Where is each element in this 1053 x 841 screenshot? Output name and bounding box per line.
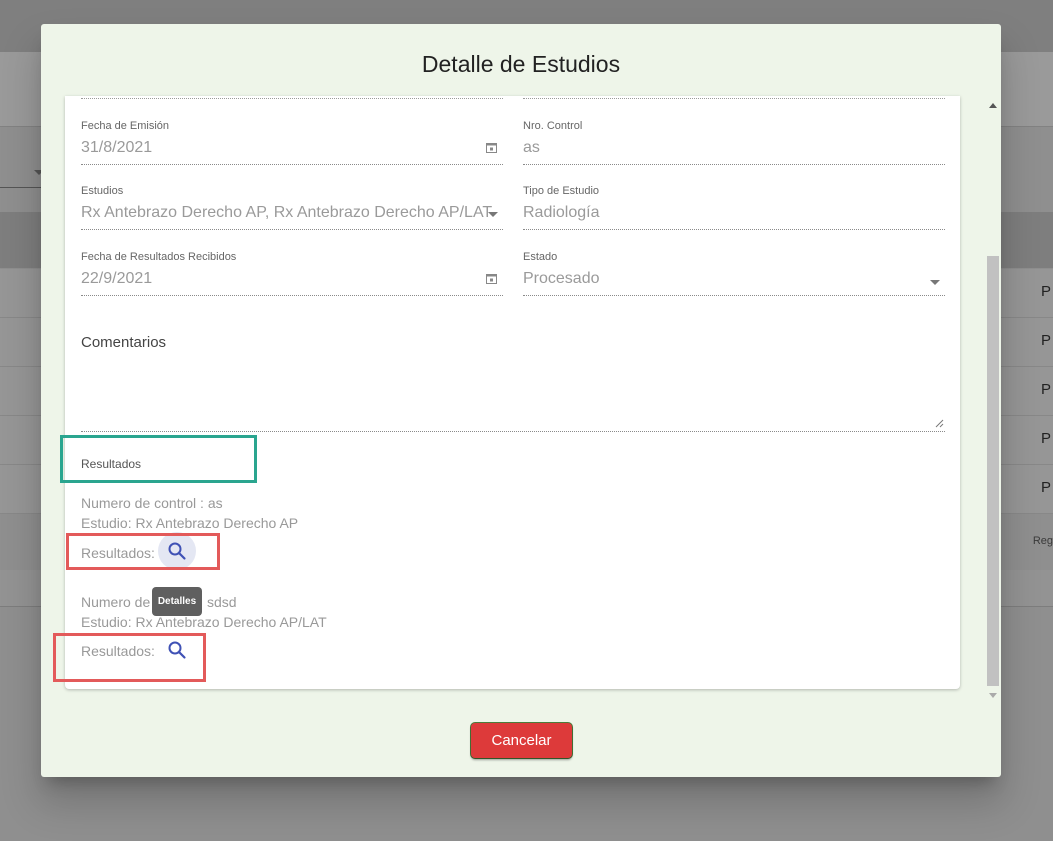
field-underline — [523, 164, 945, 165]
background-select-underline — [0, 187, 42, 188]
fecha-emision-label: Fecha de Emisión — [81, 120, 170, 132]
tipo-estudio-value: Radiología — [523, 204, 600, 221]
result-study-line: Estudio: Rx Antebrazo Derecho AP — [81, 515, 299, 531]
background-row-cell: P — [1041, 479, 1052, 496]
scroll-up-arrow-icon[interactable] — [989, 103, 997, 108]
dialog-scrollbar[interactable] — [986, 96, 1000, 700]
dialog-content: Fecha de Emisión 31/8/2021 Nro. Control … — [65, 96, 960, 689]
dialog-title: Detalle de Estudios — [421, 51, 621, 77]
estado-value: Procesado — [523, 270, 600, 287]
tipo-estudio-label: Tipo de Estudio — [523, 185, 600, 197]
comentarios-label: Comentarios — [81, 334, 167, 351]
background-row-cell: P — [1041, 332, 1052, 349]
nro-control-field[interactable]: Nro. Control as — [523, 120, 945, 165]
chevron-down-icon[interactable] — [488, 212, 498, 217]
field-underline — [523, 98, 945, 99]
result-study-line: Estudio: Rx Antebrazo Derecho AP/LAT — [81, 614, 327, 630]
estudios-label: Estudios — [81, 185, 124, 197]
fecha-emision-value: 31/8/2021 — [81, 139, 153, 156]
scroll-down-arrow-icon[interactable] — [989, 693, 997, 698]
result-control-line: Numero de control : as — [81, 495, 223, 511]
annotation-box-results-button — [66, 533, 220, 570]
fecha-resultados-field[interactable]: Fecha de Resultados Recibidos 22/9/2021 — [81, 251, 503, 296]
estado-label: Estado — [523, 251, 558, 263]
field-underline — [523, 295, 945, 296]
field-underline — [81, 229, 503, 230]
calendar-icon[interactable] — [486, 142, 497, 153]
estudios-value: Rx Antebrazo Derecho AP, Rx Antebrazo De… — [81, 204, 493, 221]
nro-control-value: as — [523, 139, 540, 156]
comentarios-textarea[interactable]: Comentarios — [81, 334, 945, 432]
cancel-button[interactable]: Cancelar — [471, 723, 572, 758]
field-underline — [81, 98, 503, 99]
estado-select[interactable]: Estado Procesado — [523, 251, 945, 296]
tipo-estudio-field[interactable]: Tipo de Estudio Radiología — [523, 185, 945, 230]
chevron-down-icon[interactable] — [930, 280, 940, 285]
field-underline — [81, 295, 503, 296]
details-tooltip: Detalles — [152, 587, 202, 616]
result-control-line-prefix: Numero de — [81, 594, 151, 610]
background-row-cell: P — [1041, 283, 1052, 300]
annotation-box-results-heading — [60, 435, 257, 483]
field-underline — [523, 229, 945, 230]
annotation-box-results-button — [53, 633, 206, 682]
scrollbar-thumb[interactable] — [987, 256, 999, 686]
background-row-cell: P — [1041, 381, 1052, 398]
fecha-resultados-label: Fecha de Resultados Recibidos — [81, 251, 237, 263]
estudios-select[interactable]: Estudios Rx Antebrazo Derecho AP, Rx Ant… — [81, 185, 503, 230]
result-control-line-suffix: sdsd — [207, 594, 237, 610]
background-row-cell: P — [1041, 430, 1052, 447]
field-underline — [81, 431, 945, 432]
background-paginator-text: Reg — [1032, 535, 1053, 547]
resize-grip-icon[interactable] — [935, 419, 944, 428]
nro-control-label: Nro. Control — [523, 120, 583, 132]
fecha-emision-field[interactable]: Fecha de Emisión 31/8/2021 — [81, 120, 503, 165]
fecha-resultados-value: 22/9/2021 — [81, 270, 153, 287]
field-underline — [81, 164, 503, 165]
calendar-icon[interactable] — [486, 273, 497, 284]
